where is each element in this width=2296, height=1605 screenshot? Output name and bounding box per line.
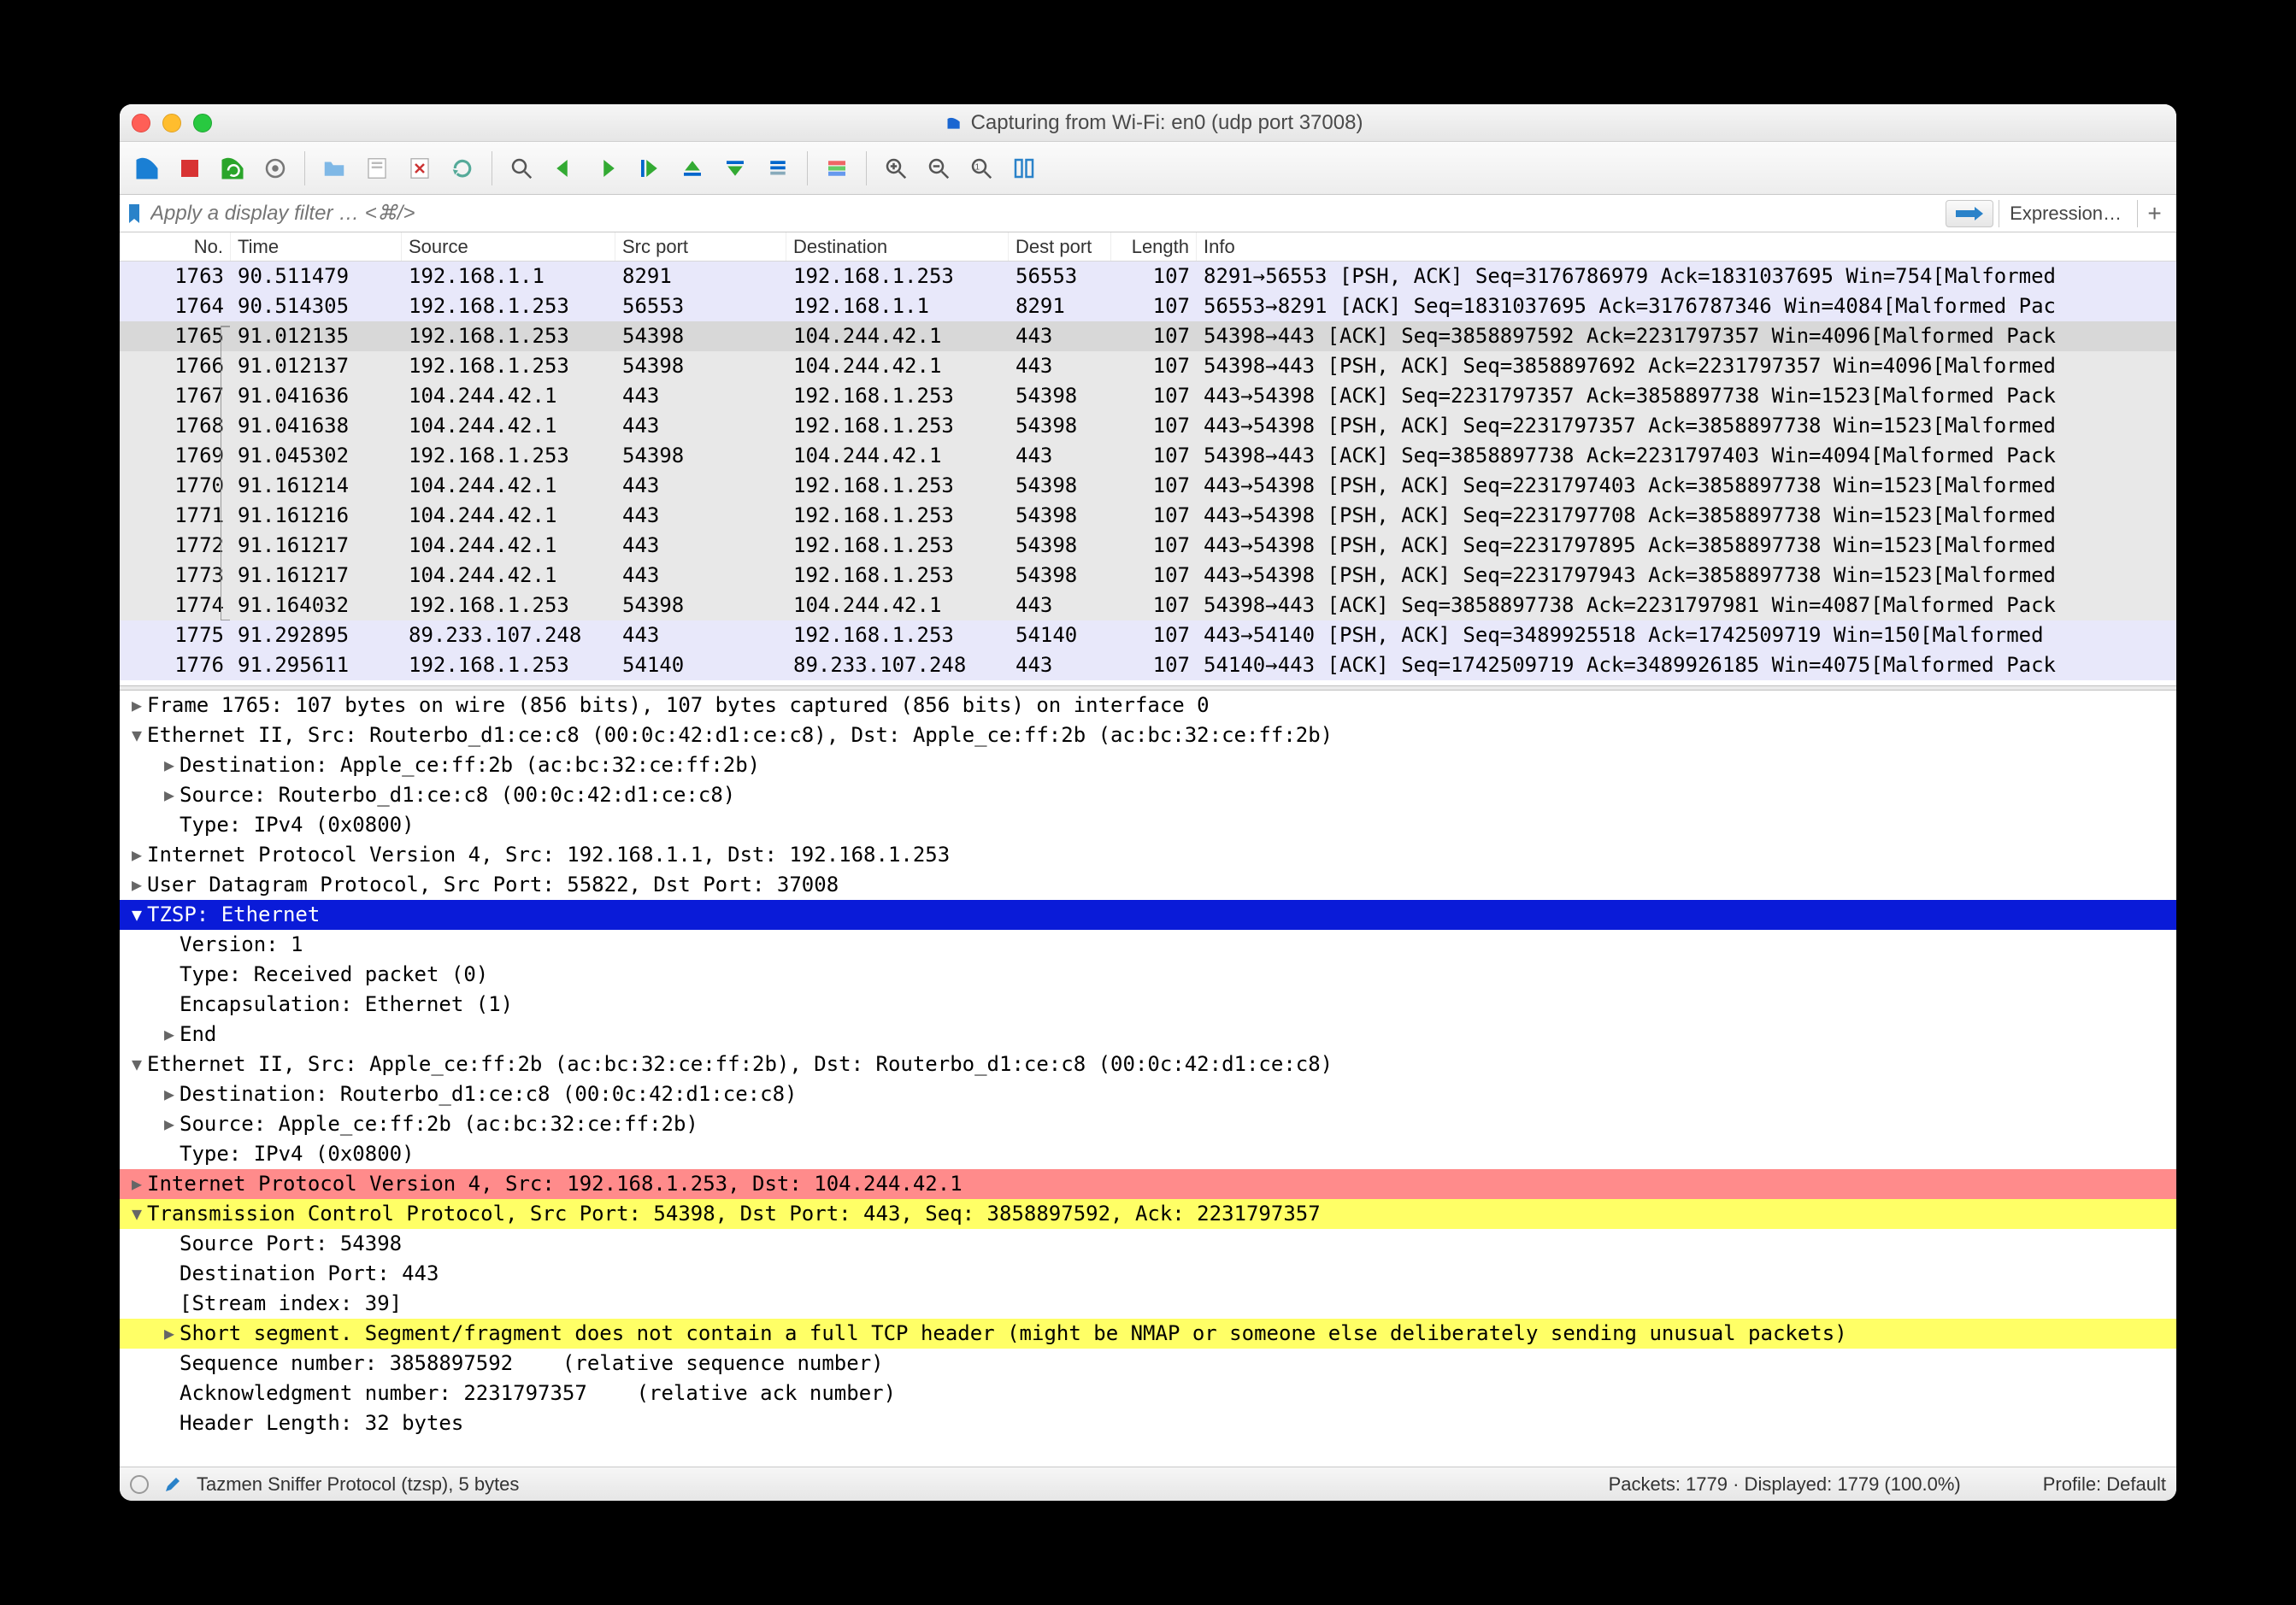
- col-header-source[interactable]: Source: [402, 232, 615, 261]
- packet-row[interactable]: 176490.514305192.168.1.25356553192.168.1…: [120, 291, 2176, 321]
- close-window-button[interactable]: [132, 114, 150, 132]
- detail-row[interactable]: Frame 1765: 107 bytes on wire (856 bits)…: [120, 691, 2176, 720]
- app-window: Capturing from Wi-Fi: en0 (udp port 3700…: [120, 104, 2176, 1501]
- window-controls: [132, 114, 212, 132]
- detail-row[interactable]: Ethernet II, Src: Apple_ce:ff:2b (ac:bc:…: [120, 1049, 2176, 1079]
- status-protocol: Tazmen Sniffer Protocol (tzsp), 5 bytes: [197, 1473, 519, 1496]
- packet-list-pane[interactable]: 176390.511479192.168.1.18291192.168.1.25…: [120, 262, 2176, 685]
- packet-row[interactable]: 177291.161217104.244.42.1443192.168.1.25…: [120, 531, 2176, 561]
- packet-row[interactable]: 177591.29289589.233.107.248443192.168.1.…: [120, 620, 2176, 650]
- packet-row[interactable]: 177391.161217104.244.42.1443192.168.1.25…: [120, 561, 2176, 591]
- detail-row[interactable]: Internet Protocol Version 4, Src: 192.16…: [120, 840, 2176, 870]
- edit-comment-icon[interactable]: [164, 1476, 181, 1493]
- detail-row[interactable]: Internet Protocol Version 4, Src: 192.16…: [120, 1169, 2176, 1199]
- auto-scroll-button[interactable]: [759, 150, 797, 187]
- detail-row[interactable]: Acknowledgment number: 2231797357 (relat…: [120, 1379, 2176, 1408]
- minimize-window-button[interactable]: [162, 114, 181, 132]
- detail-row[interactable]: Transmission Control Protocol, Src Port:…: [120, 1199, 2176, 1229]
- reload-button[interactable]: [444, 150, 481, 187]
- detail-row[interactable]: [Stream index: 39]: [120, 1289, 2176, 1319]
- packet-row[interactable]: 176891.041638104.244.42.1443192.168.1.25…: [120, 411, 2176, 441]
- resize-columns-button[interactable]: [1005, 150, 1043, 187]
- open-file-button[interactable]: [315, 150, 353, 187]
- col-header-info[interactable]: Info: [1197, 232, 2176, 261]
- go-to-packet-button[interactable]: [631, 150, 668, 187]
- packet-row[interactable]: 176991.045302192.168.1.25354398104.244.4…: [120, 441, 2176, 471]
- detail-row[interactable]: Type: Received packet (0): [120, 960, 2176, 990]
- detail-row[interactable]: User Datagram Protocol, Src Port: 55822,…: [120, 870, 2176, 900]
- col-header-dest-port[interactable]: Dest port: [1009, 232, 1111, 261]
- packet-row[interactable]: 177691.295611192.168.1.2535414089.233.10…: [120, 650, 2176, 680]
- packet-row[interactable]: 177091.161214104.244.42.1443192.168.1.25…: [120, 471, 2176, 501]
- find-packet-button[interactable]: [503, 150, 540, 187]
- restart-capture-button[interactable]: [214, 150, 251, 187]
- packet-row[interactable]: 177491.164032192.168.1.25354398104.244.4…: [120, 591, 2176, 620]
- packet-row[interactable]: 176591.012135192.168.1.25354398104.244.4…: [120, 321, 2176, 351]
- display-filter-bar: Expression… +: [120, 195, 2176, 232]
- detail-row[interactable]: Destination Port: 443: [120, 1259, 2176, 1289]
- bookmark-icon[interactable]: [125, 202, 144, 226]
- status-packets: Packets: 1779 · Displayed: 1779 (100.0%): [1609, 1473, 1961, 1496]
- packet-row[interactable]: 176691.012137192.168.1.25354398104.244.4…: [120, 351, 2176, 381]
- col-header-length[interactable]: Length: [1111, 232, 1197, 261]
- detail-row[interactable]: Short segment. Segment/fragment does not…: [120, 1319, 2176, 1349]
- save-file-button[interactable]: [358, 150, 396, 187]
- detail-row[interactable]: Source Port: 54398: [120, 1229, 2176, 1259]
- close-file-button[interactable]: [401, 150, 439, 187]
- go-last-button[interactable]: [716, 150, 754, 187]
- packet-row[interactable]: 177191.161216104.244.42.1443192.168.1.25…: [120, 501, 2176, 531]
- col-header-time[interactable]: Time: [231, 232, 402, 261]
- detail-row[interactable]: TZSP: Ethernet: [120, 900, 2176, 930]
- col-header-src-port[interactable]: Src port: [615, 232, 786, 261]
- wireshark-fin-icon: [945, 115, 963, 132]
- detail-row[interactable]: Destination: Apple_ce:ff:2b (ac:bc:32:ce…: [120, 750, 2176, 780]
- detail-row[interactable]: Source: Routerbo_d1:ce:c8 (00:0c:42:d1:c…: [120, 780, 2176, 810]
- col-header-destination[interactable]: Destination: [786, 232, 1009, 261]
- zoom-in-button[interactable]: [877, 150, 915, 187]
- detail-row[interactable]: Type: IPv4 (0x0800): [120, 1139, 2176, 1169]
- zoom-reset-button[interactable]: 1: [963, 150, 1000, 187]
- expert-info-icon[interactable]: [130, 1475, 149, 1494]
- start-capture-button[interactable]: [128, 150, 166, 187]
- detail-row[interactable]: Header Length: 32 bytes: [120, 1408, 2176, 1438]
- detail-row[interactable]: Sequence number: 3858897592 (relative se…: [120, 1349, 2176, 1379]
- packet-details-pane[interactable]: Frame 1765: 107 bytes on wire (856 bits)…: [120, 691, 2176, 1467]
- detail-row[interactable]: Type: IPv4 (0x0800): [120, 810, 2176, 840]
- expression-button[interactable]: Expression…: [1999, 200, 2132, 227]
- zoom-out-button[interactable]: [920, 150, 957, 187]
- detail-row[interactable]: Destination: Routerbo_d1:ce:c8 (00:0c:42…: [120, 1079, 2176, 1109]
- svg-text:1: 1: [975, 162, 980, 172]
- packet-row[interactable]: 176791.041636104.244.42.1443192.168.1.25…: [120, 381, 2176, 411]
- status-profile[interactable]: Profile: Default: [2043, 1473, 2166, 1496]
- apply-filter-button[interactable]: [1946, 200, 1993, 227]
- packet-row[interactable]: 176390.511479192.168.1.18291192.168.1.25…: [120, 262, 2176, 291]
- go-back-button[interactable]: [545, 150, 583, 187]
- add-filter-button[interactable]: +: [2137, 200, 2171, 227]
- packet-list-header[interactable]: No. Time Source Src port Destination Des…: [120, 232, 2176, 262]
- go-forward-button[interactable]: [588, 150, 626, 187]
- main-toolbar: 1: [120, 142, 2176, 195]
- zoom-window-button[interactable]: [193, 114, 212, 132]
- capture-options-button[interactable]: [256, 150, 294, 187]
- stop-capture-button[interactable]: [171, 150, 209, 187]
- detail-row[interactable]: Source: Apple_ce:ff:2b (ac:bc:32:ce:ff:2…: [120, 1109, 2176, 1139]
- detail-row[interactable]: Ethernet II, Src: Routerbo_d1:ce:c8 (00:…: [120, 720, 2176, 750]
- titlebar: Capturing from Wi-Fi: en0 (udp port 3700…: [120, 104, 2176, 142]
- status-bar: Tazmen Sniffer Protocol (tzsp), 5 bytes …: [120, 1467, 2176, 1501]
- display-filter-input[interactable]: [149, 199, 1940, 228]
- window-title: Capturing from Wi-Fi: en0 (udp port 3700…: [971, 111, 1363, 135]
- detail-row[interactable]: Version: 1: [120, 930, 2176, 960]
- colorize-button[interactable]: [818, 150, 856, 187]
- detail-row[interactable]: Encapsulation: Ethernet (1): [120, 990, 2176, 1020]
- go-first-button[interactable]: [674, 150, 711, 187]
- col-header-no[interactable]: No.: [120, 232, 231, 261]
- detail-row[interactable]: End: [120, 1020, 2176, 1049]
